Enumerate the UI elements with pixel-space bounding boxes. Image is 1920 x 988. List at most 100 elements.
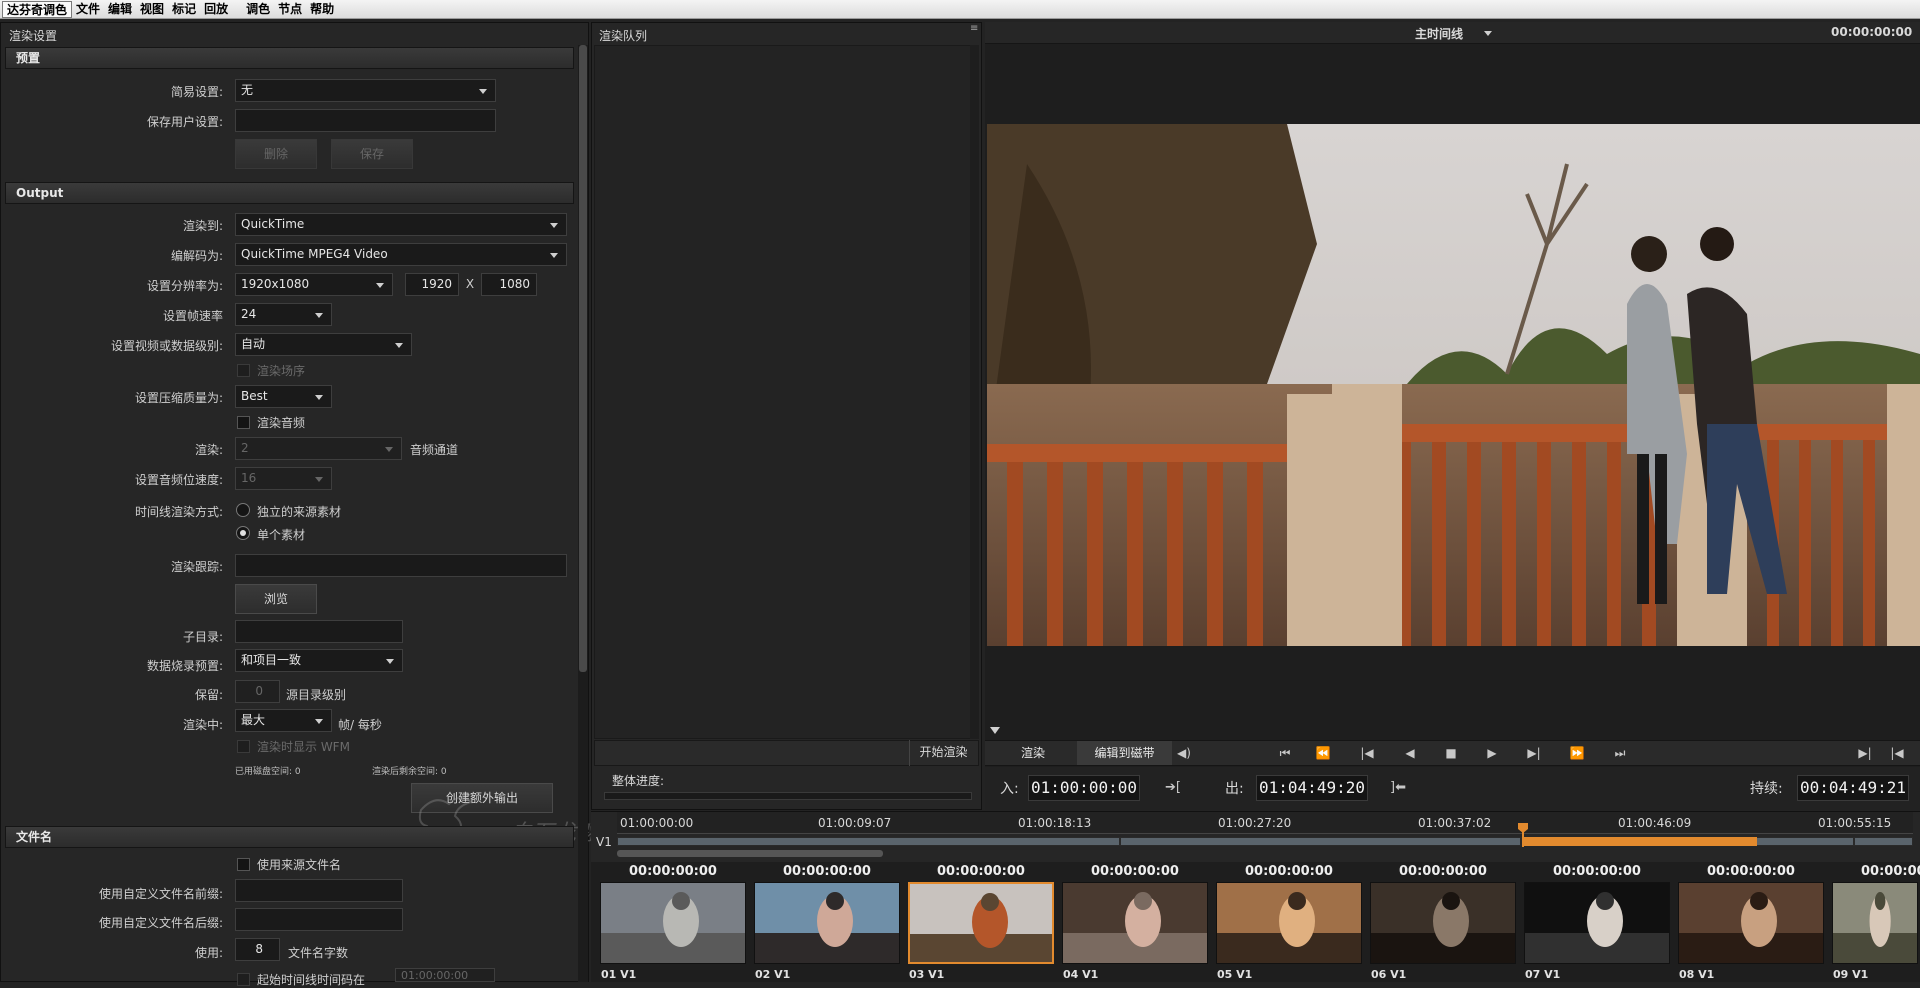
next-clip-icon[interactable]: ▶| (1852, 741, 1878, 765)
mode-individual-label: 独立的来源素材 (257, 505, 342, 519)
ruler-tick-3: 01:00:27:20 (1218, 816, 1292, 830)
filename-section-header[interactable]: 文件名 (5, 826, 574, 848)
render-queue-list[interactable] (594, 45, 979, 739)
ruler-tick-5: 01:00:46:09 (1618, 816, 1692, 830)
prev-frame-icon[interactable]: |◀ (1354, 741, 1380, 765)
queue-scrollbar[interactable] (970, 45, 979, 739)
viewer-scrub-marker[interactable] (990, 727, 1000, 734)
menu-file[interactable]: 文件 (72, 1, 104, 18)
rewind-icon[interactable]: ⏪ (1310, 741, 1336, 765)
mode-individual-radio[interactable] (236, 503, 250, 517)
play-icon[interactable]: ▶ (1479, 741, 1505, 765)
set-in-button[interactable]: ➔[ (1155, 776, 1191, 800)
render-track-input[interactable] (235, 554, 567, 577)
menu-color[interactable]: 调色 (242, 1, 274, 18)
output-section-header[interactable]: Output (5, 182, 574, 204)
tab-edit-to-tape[interactable]: 编辑到磁带 (1077, 741, 1172, 765)
menu-app[interactable]: 达芬奇调色 (2, 0, 73, 18)
show-wfm-checkbox[interactable] (237, 740, 250, 753)
height-input[interactable]: 1080 (481, 273, 537, 296)
data-burn-dropdown[interactable]: 和项目一致 (235, 649, 403, 672)
codec-label: 编解码为: (170, 249, 223, 263)
queue-menu-icon[interactable]: ≡ (970, 24, 978, 39)
clip-timecode: 00:00:00:00 (1861, 864, 1920, 879)
width-input[interactable]: 1920 (405, 273, 459, 296)
menu-mark[interactable]: 标记 (168, 1, 200, 18)
go-to-end-icon[interactable]: ⏭ (1607, 741, 1633, 765)
next-frame-icon[interactable]: ▶| (1521, 741, 1547, 765)
timeline-select-chevron-icon[interactable] (1484, 31, 1492, 36)
clip-thumbnail[interactable] (754, 882, 900, 964)
prefix-input[interactable] (235, 879, 403, 902)
out-timecode[interactable]: 01:04:49:20 (1256, 775, 1368, 801)
settings-scrollbar-thumb[interactable] (579, 45, 587, 672)
menu-playback[interactable]: 回放 (200, 1, 232, 18)
audio-bit-label: 设置音频位速度: (134, 473, 223, 487)
speaker-icon[interactable]: ◀) (1172, 741, 1196, 765)
subdir-input[interactable] (235, 620, 403, 643)
delete-button[interactable]: 删除 (235, 139, 317, 169)
clip-label: 03 V1 (909, 968, 945, 981)
resolution-dropdown[interactable]: 1920x1080 (235, 273, 393, 296)
quality-label: 设置压缩质量为: (134, 391, 223, 405)
start-tc-input[interactable]: 01:00:00:00 (395, 968, 495, 982)
track-clip-divider (1119, 837, 1121, 846)
clip-thumbnail[interactable] (1216, 882, 1362, 964)
use-chars-stepper[interactable]: 8 (235, 938, 280, 961)
resolution-x-separator: X (465, 277, 475, 291)
tab-render[interactable]: 渲染 (1003, 741, 1063, 765)
stop-icon[interactable]: ■ (1438, 741, 1464, 765)
timeline-mode-label: 时间线渲染方式: (134, 505, 223, 519)
clip-thumbnail[interactable] (1832, 882, 1918, 964)
start-tc-checkbox[interactable] (237, 973, 250, 986)
use-source-filename-checkbox[interactable] (237, 858, 250, 871)
set-out-button[interactable]: ]⬅ (1380, 776, 1416, 800)
suffix-label: 使用自定义文件名后缀: (98, 916, 223, 930)
video-level-dropdown[interactable]: 自动 (235, 333, 412, 356)
clip-thumbnail[interactable] (1678, 882, 1824, 964)
easy-setup-dropdown[interactable]: 无 (235, 79, 496, 102)
menu-view[interactable]: 视图 (136, 1, 168, 18)
render-fields-checkbox[interactable] (237, 364, 250, 377)
timeline-select-dropdown[interactable]: 主时间线 (1415, 25, 1463, 42)
clip-thumbnail[interactable] (1524, 882, 1670, 964)
menu-nodes[interactable]: 节点 (274, 1, 306, 18)
save-button[interactable]: 保存 (331, 139, 413, 169)
save-user-input[interactable] (235, 109, 496, 132)
audio-bit-dropdown[interactable]: 16 (235, 467, 332, 490)
mode-single-radio[interactable] (236, 526, 250, 540)
browse-button[interactable]: 浏览 (235, 584, 317, 614)
codec-dropdown[interactable]: QuickTime MPEG4 Video (235, 243, 567, 266)
menu-help[interactable]: 帮助 (306, 1, 338, 18)
clip-thumbnail[interactable] (908, 882, 1054, 964)
video-frame (987, 124, 1920, 646)
fps-dropdown[interactable]: 24 (235, 303, 332, 326)
ruler-tick-2: 01:00:18:13 (1018, 816, 1092, 830)
keep-stepper[interactable]: 0 (235, 680, 280, 703)
rendering-speed-dropdown[interactable]: 最大 (235, 709, 332, 732)
render-audio-checkbox[interactable] (237, 416, 250, 429)
suffix-input[interactable] (235, 908, 403, 931)
go-to-start-icon[interactable]: ⏮ (1272, 741, 1298, 765)
start-render-button[interactable]: 开始渲染 (909, 740, 977, 766)
render-to-dropdown[interactable]: QuickTime (235, 213, 567, 236)
quality-dropdown[interactable]: Best (235, 385, 332, 408)
timeline-h-scrollbar[interactable] (617, 850, 883, 857)
disk-left-label: 渲染后剩余空间: 0 (372, 767, 447, 777)
duration-timecode: 00:04:49:21 (1797, 775, 1909, 801)
settings-scrollbar[interactable] (578, 45, 588, 982)
track-selected-clip[interactable] (1522, 837, 1757, 846)
fast-forward-icon[interactable]: ⏩ (1564, 741, 1590, 765)
preset-section-header[interactable]: 预置 (5, 47, 574, 69)
resolution-label: 设置分辨率为: (146, 279, 223, 293)
audio-channels-dropdown[interactable]: 2 (235, 437, 402, 460)
play-reverse-icon[interactable]: ◀ (1397, 741, 1423, 765)
menu-edit[interactable]: 编辑 (104, 1, 136, 18)
prev-clip-icon[interactable]: |◀ (1884, 741, 1910, 765)
clip-thumbnail[interactable] (1370, 882, 1516, 964)
keep-suffix: 源目录级别 (286, 688, 347, 702)
subdir-label: 子目录: (182, 630, 223, 644)
clip-thumbnail[interactable] (600, 882, 746, 964)
clip-thumbnail[interactable] (1062, 882, 1208, 964)
in-timecode[interactable]: 01:00:00:00 (1028, 775, 1140, 801)
